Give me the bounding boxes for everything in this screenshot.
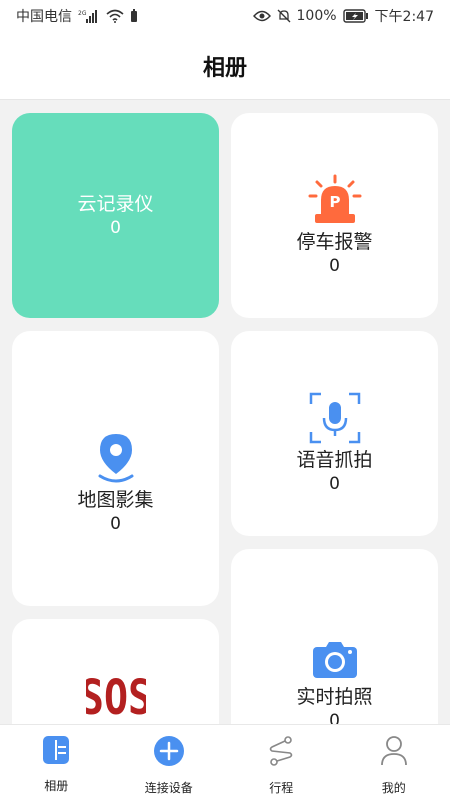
status-bar: 中国电信 2G 100% 下午2:47 [0, 0, 450, 32]
nav-profile[interactable]: 我的 [338, 725, 450, 800]
card-voice-capture[interactable]: 语音抓拍 0 [231, 331, 438, 536]
nav-label: 连接设备 [144, 781, 193, 795]
voice-capture-icon [309, 392, 361, 448]
card-cloud-recorder[interactable]: 云记录仪 0 [12, 113, 219, 318]
card-count: 0 [110, 217, 121, 238]
nav-label: 行程 [269, 781, 294, 795]
card-label: 云记录仪 [77, 192, 154, 215]
mute-bell-icon [277, 9, 291, 23]
card-count: 0 [329, 711, 340, 724]
card-count: 0 [329, 473, 340, 494]
nav-label: 相册 [44, 779, 69, 793]
signal-icon: 2G [78, 9, 100, 23]
nav-label: 我的 [381, 781, 406, 795]
carrier-name: 中国电信 [16, 9, 72, 25]
card-parking-alarm[interactable]: P 停车报警 0 [231, 113, 438, 318]
profile-icon [380, 735, 408, 771]
battery-percent: 100% [296, 8, 337, 24]
card-count: 0 [329, 255, 340, 276]
album-grid: 云记录仪 0 P 停车报警 0 地图影集 0 语音抓拍 0 实时拍照 0 O [0, 101, 450, 724]
card-label: 停车报警 [296, 230, 373, 253]
page-header: 相册 [0, 32, 450, 100]
network-type: 2G [78, 10, 87, 17]
battery-icon [342, 9, 369, 23]
card-label: 实时拍照 [296, 686, 373, 708]
route-icon [266, 735, 296, 771]
page-title: 相册 [202, 55, 247, 81]
wifi-icon [106, 9, 124, 23]
nav-connect-device[interactable]: 连接设备 [113, 725, 226, 800]
album-icon [42, 735, 70, 769]
card-label: 语音抓拍 [296, 448, 373, 471]
sos-icon: SOS [79, 671, 151, 724]
svg-text:P: P [329, 193, 340, 211]
map-pin-icon [96, 432, 136, 488]
camera-icon [312, 641, 358, 683]
add-circle-icon [153, 735, 185, 771]
sos-text: SOS [86, 671, 146, 723]
sim-battery-icon [130, 9, 138, 23]
card-map-album[interactable]: 地图影集 0 [12, 331, 219, 606]
eye-icon [252, 10, 271, 22]
clock: 下午2:47 [374, 9, 434, 25]
card-label: 地图影集 [77, 488, 154, 511]
nav-album[interactable]: 相册 [0, 725, 113, 800]
parking-alarm-icon: P [307, 174, 363, 230]
bottom-nav: 相册 连接设备 行程 我的 [0, 724, 450, 800]
card-sos[interactable]: SOS [12, 619, 219, 724]
card-count: 0 [110, 513, 121, 534]
card-realtime-photo[interactable]: 实时拍照 0 [231, 549, 438, 724]
nav-trips[interactable]: 行程 [225, 725, 338, 800]
